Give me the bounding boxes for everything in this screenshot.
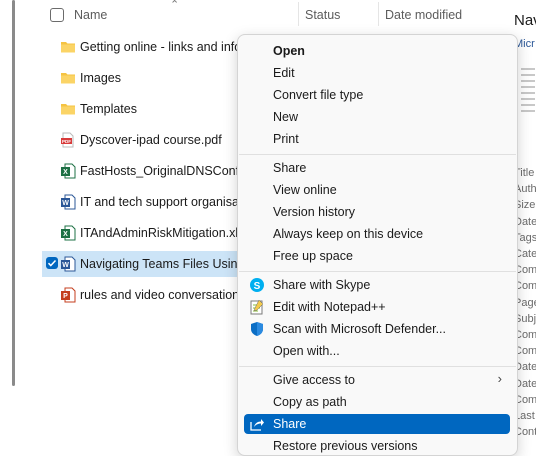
file-name: FastHosts_OriginalDNSConfig bbox=[80, 164, 240, 178]
menu-item-label: Always keep on this device bbox=[273, 227, 424, 241]
sort-ascending-icon: ⌃ bbox=[170, 0, 180, 11]
context-menu: Open Edit Convert file type New Print Share Vi… bbox=[237, 34, 518, 456]
menu-item-version-history[interactable]: Version history bbox=[244, 202, 510, 222]
menu-item-label: Edit bbox=[273, 66, 295, 80]
menu-item-label: Free up space bbox=[273, 249, 353, 263]
menu-item-convert-file-type[interactable]: Convert file type bbox=[244, 85, 510, 105]
file-row[interactable]: W Navigating Teams Files Using bbox=[42, 251, 242, 277]
svg-text:P: P bbox=[63, 293, 68, 300]
file-row[interactable]: PDF Dyscover-ipad course.pdf bbox=[42, 127, 242, 153]
menu-item-scan-with-microsoft-defender[interactable]: Scan with Microsoft Defender... bbox=[244, 319, 510, 339]
excel-icon: X bbox=[60, 163, 76, 179]
folder-icon bbox=[60, 70, 76, 86]
menu-separator bbox=[239, 271, 516, 272]
menu-item-label: Share bbox=[273, 417, 307, 431]
file-name: ITAndAdminRiskMitigation.xlsx bbox=[80, 226, 240, 240]
svg-text:X: X bbox=[63, 169, 68, 176]
column-status[interactable]: Status bbox=[305, 8, 340, 22]
menu-item-label: Open with... bbox=[273, 344, 340, 358]
file-row[interactable]: Getting online - links and info bbox=[42, 34, 242, 60]
share-icon bbox=[249, 416, 265, 432]
file-name: rules and video conversations bbox=[80, 288, 240, 302]
svg-text:PDF: PDF bbox=[62, 139, 71, 144]
word-icon: W bbox=[60, 256, 76, 272]
menu-item-print[interactable]: Print bbox=[244, 129, 510, 149]
file-name: Dyscover-ipad course.pdf bbox=[80, 133, 222, 147]
notepad-plus-plus-icon bbox=[249, 299, 265, 315]
file-name: Getting online - links and info bbox=[80, 40, 240, 54]
column-name[interactable]: Name bbox=[74, 8, 107, 22]
file-row[interactable]: Templates bbox=[42, 96, 242, 122]
file-name: Images bbox=[80, 71, 121, 85]
select-all-checkbox[interactable] bbox=[50, 8, 64, 22]
menu-item-view-online[interactable]: View online bbox=[244, 180, 510, 200]
chevron-right-icon: › bbox=[497, 371, 502, 386]
menu-item-label: Open bbox=[273, 44, 305, 58]
svg-text:X: X bbox=[63, 231, 68, 238]
menu-item-always-keep-on-this-device[interactable]: Always keep on this device bbox=[244, 224, 510, 244]
file-row[interactable]: X ITAndAdminRiskMitigation.xlsx bbox=[42, 220, 242, 246]
preview-title: Nav bbox=[514, 12, 536, 29]
row-checkbox-checked[interactable] bbox=[46, 257, 58, 269]
svg-text:W: W bbox=[62, 200, 69, 207]
menu-item-new[interactable]: New bbox=[244, 107, 510, 127]
menu-item-open[interactable]: Open bbox=[244, 41, 510, 61]
document-thumbnail bbox=[521, 68, 535, 114]
menu-item-label: Give access to bbox=[273, 373, 355, 387]
menu-item-edit[interactable]: Edit bbox=[244, 63, 510, 83]
file-row[interactable]: Prules and video conversations bbox=[42, 282, 242, 308]
file-name: IT and tech support organisation bbox=[80, 195, 240, 209]
file-row[interactable]: X FastHosts_OriginalDNSConfig bbox=[42, 158, 242, 184]
column-divider[interactable] bbox=[378, 2, 379, 26]
menu-item-free-up-space[interactable]: Free up space bbox=[244, 246, 510, 266]
menu-item-label: Restore previous versions bbox=[273, 439, 418, 453]
file-row[interactable]: Images bbox=[42, 65, 242, 91]
menu-item-label: Edit with Notepad++ bbox=[273, 300, 386, 314]
folder-icon bbox=[60, 39, 76, 55]
file-row[interactable]: W IT and tech support organisation bbox=[42, 189, 242, 215]
menu-item-label: Convert file type bbox=[273, 88, 364, 102]
menu-item-label: Share bbox=[273, 161, 307, 175]
file-name: Navigating Teams Files Using bbox=[80, 257, 240, 271]
menu-item-copy-as-path[interactable]: Copy as path bbox=[244, 392, 510, 412]
menu-item-label: Copy as path bbox=[273, 395, 347, 409]
menu-item-label: Print bbox=[273, 132, 299, 146]
excel-icon: X bbox=[60, 225, 76, 241]
skype-icon: S bbox=[249, 277, 265, 293]
column-divider[interactable] bbox=[298, 2, 299, 26]
menu-item-label: View online bbox=[273, 183, 337, 197]
menu-item-edit-with-notepad[interactable]: Edit with Notepad++ bbox=[244, 297, 510, 317]
folder-icon bbox=[60, 101, 76, 117]
menu-item-share-with-skype[interactable]: S Share with Skype bbox=[244, 275, 510, 295]
column-header: ⌃ Name Status Date modified bbox=[30, 0, 500, 30]
menu-separator bbox=[239, 154, 516, 155]
column-date-modified[interactable]: Date modified bbox=[385, 8, 462, 22]
menu-item-label: Version history bbox=[273, 205, 355, 219]
menu-item-share[interactable]: Share bbox=[244, 414, 510, 434]
svg-text:S: S bbox=[254, 281, 261, 292]
pdf-icon: PDF bbox=[60, 132, 76, 148]
menu-item-give-access-to[interactable]: Give access to › bbox=[244, 370, 510, 390]
menu-item-label: New bbox=[273, 110, 299, 124]
file-name: Templates bbox=[80, 102, 137, 116]
defender-shield-icon bbox=[249, 321, 265, 337]
menu-item-share[interactable]: Share bbox=[244, 158, 510, 178]
menu-item-open-with[interactable]: Open with... bbox=[244, 341, 510, 361]
menu-item-restore-previous-versions[interactable]: Restore previous versions bbox=[244, 436, 510, 456]
vertical-scrollbar[interactable] bbox=[12, 0, 15, 386]
word-icon: W bbox=[60, 194, 76, 210]
menu-item-label: Scan with Microsoft Defender... bbox=[273, 322, 446, 336]
svg-text:W: W bbox=[62, 262, 69, 269]
menu-item-label: Share with Skype bbox=[273, 278, 371, 292]
menu-separator bbox=[239, 366, 516, 367]
powerpoint-icon: P bbox=[60, 287, 76, 303]
